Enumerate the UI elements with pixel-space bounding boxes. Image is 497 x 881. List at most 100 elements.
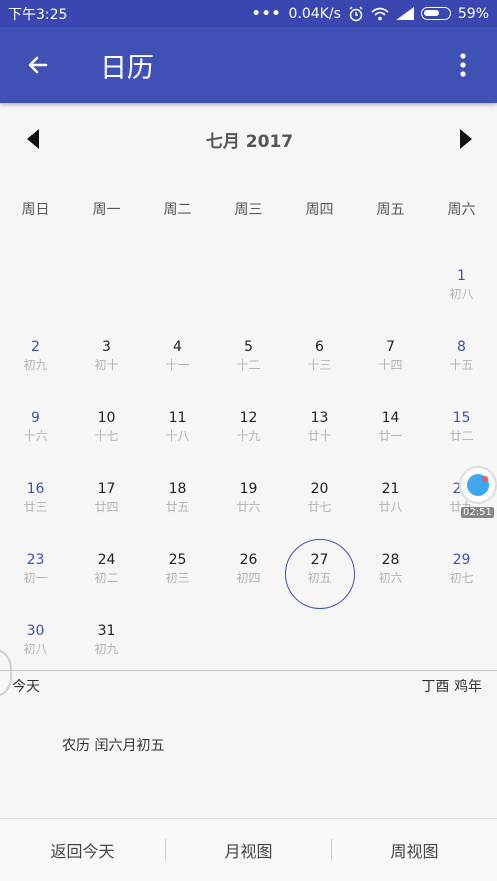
- floating-ball[interactable]: [459, 466, 497, 504]
- weekday-tue: 周二: [163, 202, 192, 218]
- week-view-button[interactable]: 周视图: [332, 838, 497, 862]
- lunar-day: 初六: [378, 571, 403, 585]
- day-number: 25: [168, 552, 187, 568]
- day-cell[interactable]: 5 十二: [213, 325, 284, 396]
- weekday-header: 周日 周一 周二 周三 周四 周五 周六: [0, 196, 497, 224]
- lunar-day: 初三: [165, 571, 190, 585]
- day-cell[interactable]: 6 十三: [284, 325, 355, 396]
- app-bar: 日历: [0, 27, 497, 103]
- lunar-day: 十六: [23, 429, 48, 443]
- page-title: 日历: [100, 52, 154, 84]
- weekday-sun: 周日: [21, 202, 50, 218]
- day-cell[interactable]: 13 廿十: [284, 396, 355, 467]
- day-number: 29: [452, 552, 471, 568]
- back-to-today-button[interactable]: 返回今天: [0, 838, 165, 862]
- lunar-day: 十四: [378, 358, 403, 372]
- day-cell[interactable]: 4 十一: [142, 325, 213, 396]
- day-number: 7: [386, 339, 395, 355]
- day-number: 10: [97, 410, 116, 426]
- day-cell[interactable]: 3 初十: [71, 325, 142, 396]
- calendar-grid: 1 初八 2 初九 3 初十 4 十一 5 十二 6 十三 7 十四 8 十五 9 十六 10 十七…: [0, 254, 497, 680]
- day-number: 27: [310, 552, 329, 568]
- lunar-day: 廿五: [165, 500, 190, 514]
- day-cell[interactable]: 25 初三: [142, 538, 213, 609]
- empty-cell: [355, 254, 426, 325]
- day-cell[interactable]: 14 廿一: [355, 396, 426, 467]
- day-cell[interactable]: 9 十六: [0, 396, 71, 467]
- lunar-date-text: 农历 闰六月初五: [62, 738, 165, 754]
- weekday-thu: 周四: [305, 202, 334, 218]
- previous-month-button[interactable]: [26, 128, 40, 150]
- day-number: 31: [97, 623, 116, 639]
- lunar-day: 十五: [449, 358, 474, 372]
- weekday-fri: 周五: [376, 202, 405, 218]
- lunar-day: 廿三: [23, 500, 48, 514]
- day-cell[interactable]: 11 十八: [142, 396, 213, 467]
- empty-cell: [0, 254, 71, 325]
- lunar-day: 十八: [165, 429, 190, 443]
- month-navigation: 七月 2017: [0, 112, 497, 166]
- battery-level: 59%: [457, 5, 489, 22]
- month-title: 七月 2017: [205, 131, 294, 152]
- day-cell[interactable]: 23 初一: [0, 538, 71, 609]
- day-cell[interactable]: 29 初七: [426, 538, 497, 609]
- next-month-button[interactable]: [459, 128, 473, 150]
- day-cell[interactable]: 7 十四: [355, 325, 426, 396]
- triangle-left-icon: [27, 129, 39, 149]
- wifi-icon: [371, 7, 389, 20]
- day-number: 14: [381, 410, 400, 426]
- zodiac-year-label: 丁酉 鸡年: [421, 679, 482, 695]
- back-button[interactable]: [8, 27, 68, 103]
- weekday-sat: 周六: [447, 202, 476, 218]
- lunar-day: 十九: [236, 429, 261, 443]
- bottom-bar: 返回今天 月视图 周视图: [0, 818, 497, 881]
- day-number: 17: [97, 481, 116, 497]
- day-cell[interactable]: 17 廿四: [71, 467, 142, 538]
- day-cell[interactable]: 8 十五: [426, 325, 497, 396]
- weekday-wed: 周三: [234, 202, 263, 218]
- day-number: 16: [26, 481, 45, 497]
- day-cell[interactable]: 12 十九: [213, 396, 284, 467]
- lunar-day: 初九: [23, 358, 48, 372]
- day-number: 11: [168, 410, 187, 426]
- lunar-day: 十七: [94, 429, 119, 443]
- empty-cell: [213, 254, 284, 325]
- day-cell[interactable]: 2 初九: [0, 325, 71, 396]
- lunar-day: 廿六: [236, 500, 261, 514]
- day-number: 28: [381, 552, 400, 568]
- day-cell[interactable]: 18 廿五: [142, 467, 213, 538]
- day-number: 9: [31, 410, 40, 426]
- day-cell[interactable]: 19 廿六: [213, 467, 284, 538]
- day-cell[interactable]: 21 廿八: [355, 467, 426, 538]
- selected-day-cell[interactable]: 27 初五: [284, 538, 355, 609]
- more-options-button[interactable]: [433, 27, 493, 103]
- day-number: 21: [381, 481, 400, 497]
- day-cell[interactable]: 24 初二: [71, 538, 142, 609]
- signal-icon: [395, 7, 414, 20]
- floating-ball-icon: [467, 474, 489, 496]
- lunar-day: 十二: [236, 358, 261, 372]
- lunar-day: 廿一: [378, 429, 403, 443]
- day-number: 26: [239, 552, 258, 568]
- day-number: 23: [26, 552, 45, 568]
- lunar-day: 初九: [94, 642, 119, 656]
- day-cell[interactable]: 15 廿二: [426, 396, 497, 467]
- day-cell[interactable]: 16 廿三: [0, 467, 71, 538]
- day-cell[interactable]: 26 初四: [213, 538, 284, 609]
- day-number: 8: [457, 339, 466, 355]
- lunar-day: 廿二: [449, 429, 474, 443]
- day-number: 24: [97, 552, 116, 568]
- day-cell[interactable]: 20 廿七: [284, 467, 355, 538]
- day-number: 2: [31, 339, 40, 355]
- empty-cell: [284, 254, 355, 325]
- day-cell[interactable]: 28 初六: [355, 538, 426, 609]
- arrow-left-icon: [28, 56, 48, 74]
- day-cell[interactable]: 1 初八: [426, 254, 497, 325]
- day-number: 19: [239, 481, 258, 497]
- day-cell[interactable]: 10 十七: [71, 396, 142, 467]
- day-number: 1: [457, 268, 466, 284]
- lunar-day: 初七: [449, 571, 474, 585]
- lunar-day: 初八: [23, 642, 48, 656]
- month-view-button[interactable]: 月视图: [166, 838, 331, 862]
- status-time: 下午3:25: [8, 6, 68, 23]
